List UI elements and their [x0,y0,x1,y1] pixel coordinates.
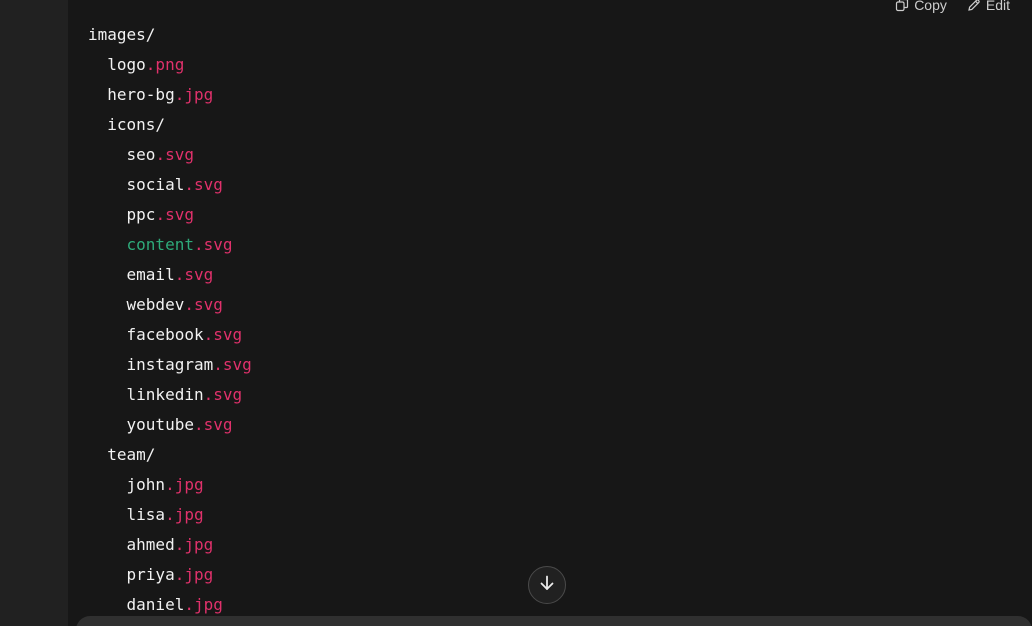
tree-item-name: team/ [107,445,156,464]
copy-button[interactable]: Copy [895,0,947,15]
tree-item-name: priya [126,565,175,584]
tree-item-name: daniel [126,595,185,614]
tree-item-extension: .svg [184,295,223,314]
tree-item-extension: .svg [203,385,243,404]
tree-item-name: facebook [126,325,204,344]
tree-item: hero-bg.jpg [88,80,252,110]
tree-item-name: ppc [126,205,156,224]
chat-page: Copy Edit images/ logo.png hero-bg.jpg i… [0,0,1032,626]
tree-item-name: linkedin [126,385,204,404]
tree-item-extension: .svg [213,355,252,374]
tree-item-extension: .jpg [165,475,204,494]
tree-item-extension: .svg [184,175,223,194]
tree-item-extension: .jpg [174,565,214,584]
tree-item: logo.png [88,50,252,80]
tree-item: content.svg [88,230,252,260]
tree-item: images/ [88,20,252,50]
tree-item-name: content [126,235,194,254]
tree-item-name: seo [126,145,156,164]
tree-item-extension: .svg [193,235,233,254]
tree-item: youtube.svg [88,410,252,440]
code-block: Copy Edit images/ logo.png hero-bg.jpg i… [68,0,1032,626]
tree-item-extension: .jpg [165,505,204,524]
tree-item: lisa.jpg [88,500,252,530]
tree-item-name: hero-bg [107,85,175,104]
scroll-to-bottom-button[interactable] [528,566,566,604]
tree-item-extension: .svg [174,265,214,284]
tree-item: ppc.svg [88,200,252,230]
tree-item: instagram.svg [88,350,252,380]
file-tree: images/ logo.png hero-bg.jpg icons/ seo.… [88,20,252,620]
tree-item-extension: .png [145,55,185,74]
tree-item-name: instagram [126,355,214,374]
tree-item: ahmed.jpg [88,530,252,560]
tree-item-extension: .jpg [184,595,223,614]
edit-button-label: Edit [985,0,1010,13]
tree-item-extension: .jpg [174,535,214,554]
tree-item: email.svg [88,260,252,290]
message-input-bar[interactable] [76,616,1032,626]
tree-item-name: youtube [126,415,194,434]
tree-item: social.svg [88,170,252,200]
tree-item-extension: .svg [193,415,233,434]
tree-item: linkedin.svg [88,380,252,410]
copy-button-label: Copy [914,0,947,13]
tree-item-extension: .svg [155,205,194,224]
tree-item-name: social [126,175,185,194]
copy-icon [895,0,909,12]
tree-item-name: webdev [126,295,185,314]
tree-item-name: icons/ [107,115,166,134]
tree-item-extension: .svg [203,325,243,344]
edit-button[interactable]: Edit [967,0,1010,15]
tree-item-name: john [126,475,166,494]
tree-item-name: email [126,265,175,284]
code-toolbar: Copy Edit [895,0,1010,15]
tree-item: priya.jpg [88,560,252,590]
tree-item: team/ [88,440,252,470]
arrow-down-icon [538,574,556,597]
tree-item-extension: .svg [155,145,194,164]
tree-item-name: logo [107,55,146,74]
tree-item-name: images/ [88,25,156,44]
tree-item: john.jpg [88,470,252,500]
tree-item-extension: .jpg [174,85,214,104]
tree-item: icons/ [88,110,252,140]
tree-item-name: ahmed [126,535,175,554]
pencil-icon [967,0,981,12]
tree-item: webdev.svg [88,290,252,320]
tree-item-name: lisa [126,505,166,524]
tree-item: facebook.svg [88,320,252,350]
tree-item: seo.svg [88,140,252,170]
